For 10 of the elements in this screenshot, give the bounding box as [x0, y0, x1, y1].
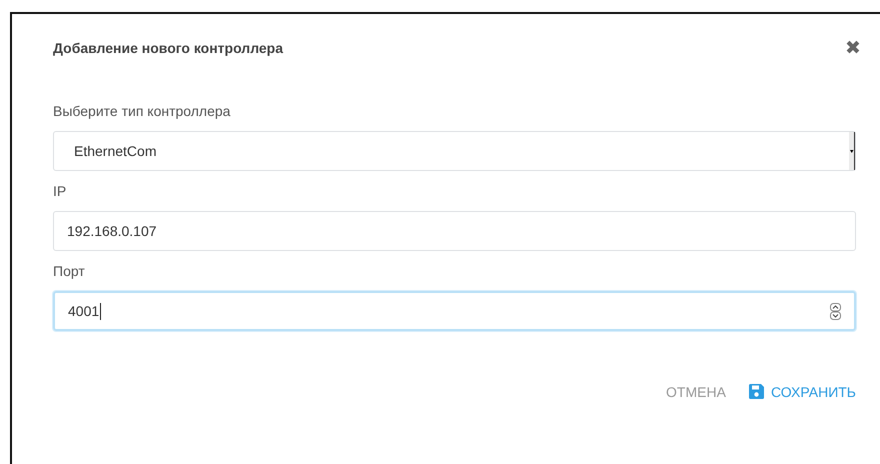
field-label: IP [53, 183, 68, 199]
close-button[interactable]: ✖ [845, 38, 861, 58]
dialog-title: Добавление нового контроллера [53, 40, 284, 56]
field-label: Порт [53, 263, 86, 279]
dropdown-icon[interactable] [849, 132, 855, 170]
field-label: Выберите тип контроллера [53, 103, 232, 119]
input-field[interactable]: 4001 [53, 291, 856, 331]
input-field[interactable]: 192.168.0.107 [53, 211, 856, 251]
spinner-icon[interactable] [830, 302, 841, 320]
select-field[interactable]: EthernetCom [53, 131, 856, 171]
